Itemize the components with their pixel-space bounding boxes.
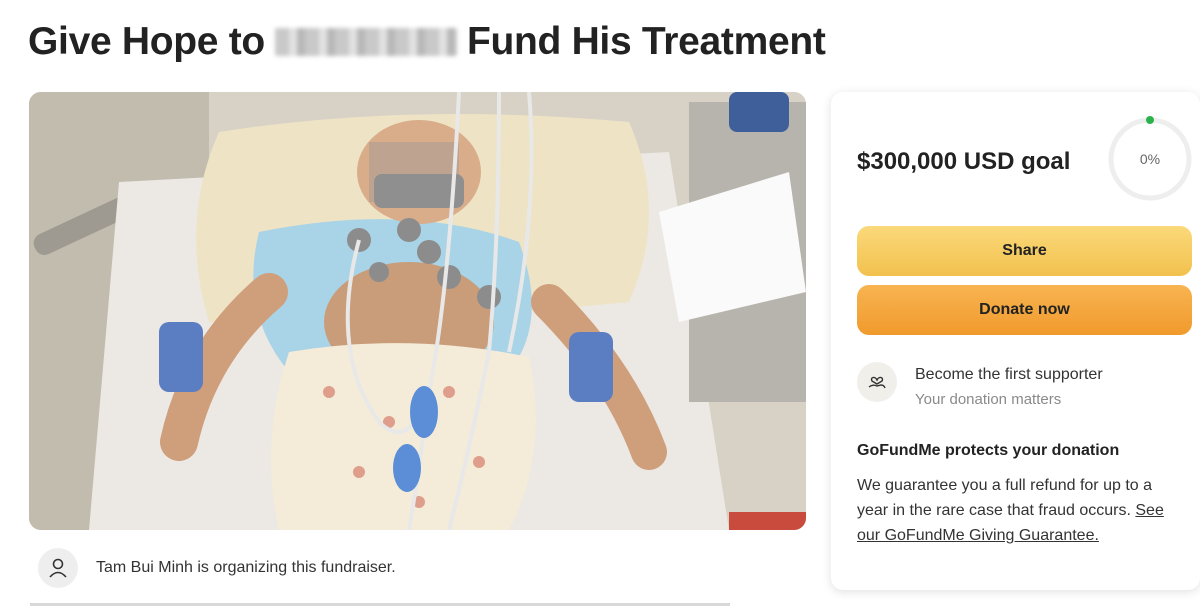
- protect-body: We guarantee you a full refund for up to…: [857, 473, 1187, 548]
- organizer-text: Tam Bui Minh is organizing this fundrais…: [96, 559, 396, 576]
- organizer-row: Tam Bui Minh is organizing this fundrais…: [38, 548, 396, 588]
- progress-percent: 0%: [1139, 151, 1161, 167]
- title-before: Give Hope to: [28, 20, 265, 63]
- protect-text: We guarantee you a full refund for up to…: [857, 477, 1153, 519]
- page-title: Give Hope to Fund His Treatment: [28, 14, 826, 70]
- goal-amount: $300,000 USD goal: [857, 148, 1071, 175]
- photo-illustration: [29, 92, 806, 530]
- supporter-line1: Become the first supporter: [915, 366, 1103, 383]
- redacted-name: [274, 28, 457, 56]
- first-supporter: Become the first supporter Your donation…: [857, 362, 1103, 408]
- title-after: Fund His Treatment: [466, 20, 826, 63]
- heart-hand-icon: [857, 362, 897, 402]
- donation-card: $300,000 USD goal 0% Share Donate now Be…: [831, 92, 1200, 590]
- donate-now-button[interactable]: Donate now: [857, 285, 1192, 335]
- person-icon: [38, 548, 78, 588]
- protect-title: GoFundMe protects your donation: [857, 442, 1120, 459]
- fundraiser-photo: [29, 92, 806, 530]
- share-button[interactable]: Share: [857, 226, 1192, 276]
- divider: [30, 603, 730, 606]
- supporter-line2: Your donation matters: [915, 391, 1062, 408]
